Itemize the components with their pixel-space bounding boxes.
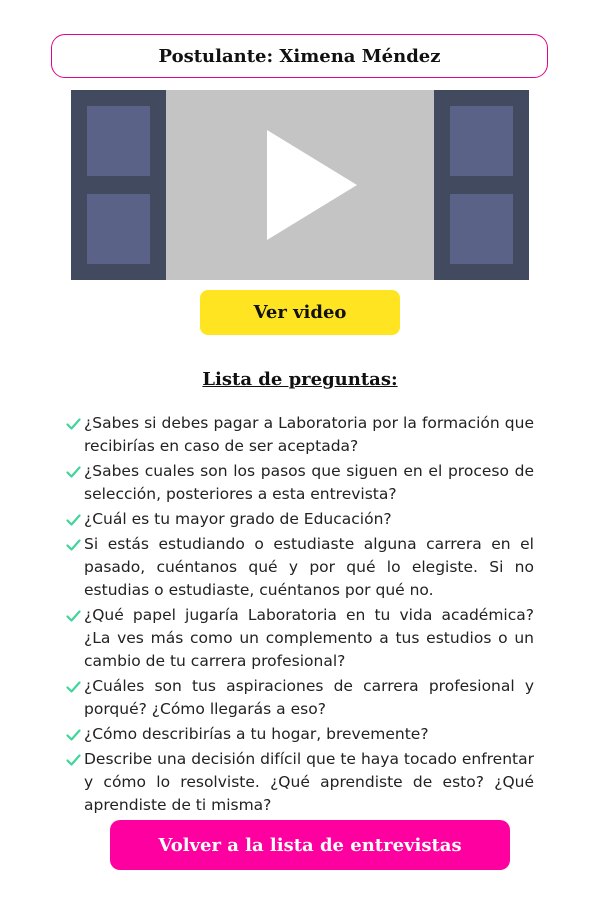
- check-icon: [66, 604, 84, 627]
- check-icon: [66, 723, 84, 746]
- question-text: ¿Cómo describirías a tu hogar, brevement…: [84, 725, 429, 743]
- applicant-name-label: Postulante: Ximena Méndez: [158, 45, 441, 67]
- check-icon: [66, 508, 84, 531]
- play-icon[interactable]: [267, 130, 357, 240]
- questions-list: ¿Sabes si debes pagar a Laboratoria por …: [66, 412, 534, 819]
- video-player[interactable]: [71, 90, 529, 280]
- question-text: ¿Qué papel jugaría Laboratoria en tu vid…: [84, 606, 534, 670]
- question-item: Si estás estudiando o estudiaste alguna …: [66, 533, 534, 602]
- question-item: ¿Cuál es tu mayor grado de Educación?: [66, 508, 534, 531]
- check-icon: [66, 675, 84, 698]
- video-left-panel-top: [87, 106, 150, 176]
- question-text: ¿Cuál es tu mayor grado de Educación?: [84, 510, 392, 528]
- video-right-panel-top: [450, 106, 513, 176]
- question-text: Si estás estudiando o estudiaste alguna …: [84, 535, 534, 599]
- video-right-panel-bottom: [450, 194, 513, 264]
- video-left-frame: [71, 90, 166, 280]
- question-text: ¿Sabes cuales son los pasos que siguen e…: [84, 462, 534, 503]
- watch-video-button[interactable]: Ver video: [200, 290, 400, 335]
- video-left-panel-bottom: [87, 194, 150, 264]
- question-text: ¿Sabes si debes pagar a Laboratoria por …: [84, 414, 534, 455]
- question-text: Describe una decisión difícil que te hay…: [84, 750, 534, 814]
- check-icon: [66, 748, 84, 771]
- check-icon: [66, 412, 84, 435]
- question-item: Describe una decisión difícil que te hay…: [66, 748, 534, 817]
- video-right-frame: [434, 90, 529, 280]
- question-item: ¿Sabes cuales son los pasos que siguen e…: [66, 460, 534, 506]
- question-item: ¿Sabes si debes pagar a Laboratoria por …: [66, 412, 534, 458]
- question-item: ¿Cómo describirías a tu hogar, brevement…: [66, 723, 534, 746]
- applicant-name-header: Postulante: Ximena Méndez: [51, 34, 548, 78]
- check-icon: [66, 533, 84, 556]
- check-icon: [66, 460, 84, 483]
- back-to-interviews-label: Volver a la lista de entrevistas: [158, 834, 462, 856]
- watch-video-label: Ver video: [253, 302, 347, 323]
- question-item: ¿Qué papel jugaría Laboratoria en tu vid…: [66, 604, 534, 673]
- questions-title: Lista de preguntas:: [202, 369, 398, 390]
- back-to-interviews-button[interactable]: Volver a la lista de entrevistas: [110, 820, 510, 870]
- question-item: ¿Cuáles son tus aspiraciones de carrera …: [66, 675, 534, 721]
- question-text: ¿Cuáles son tus aspiraciones de carrera …: [84, 677, 534, 718]
